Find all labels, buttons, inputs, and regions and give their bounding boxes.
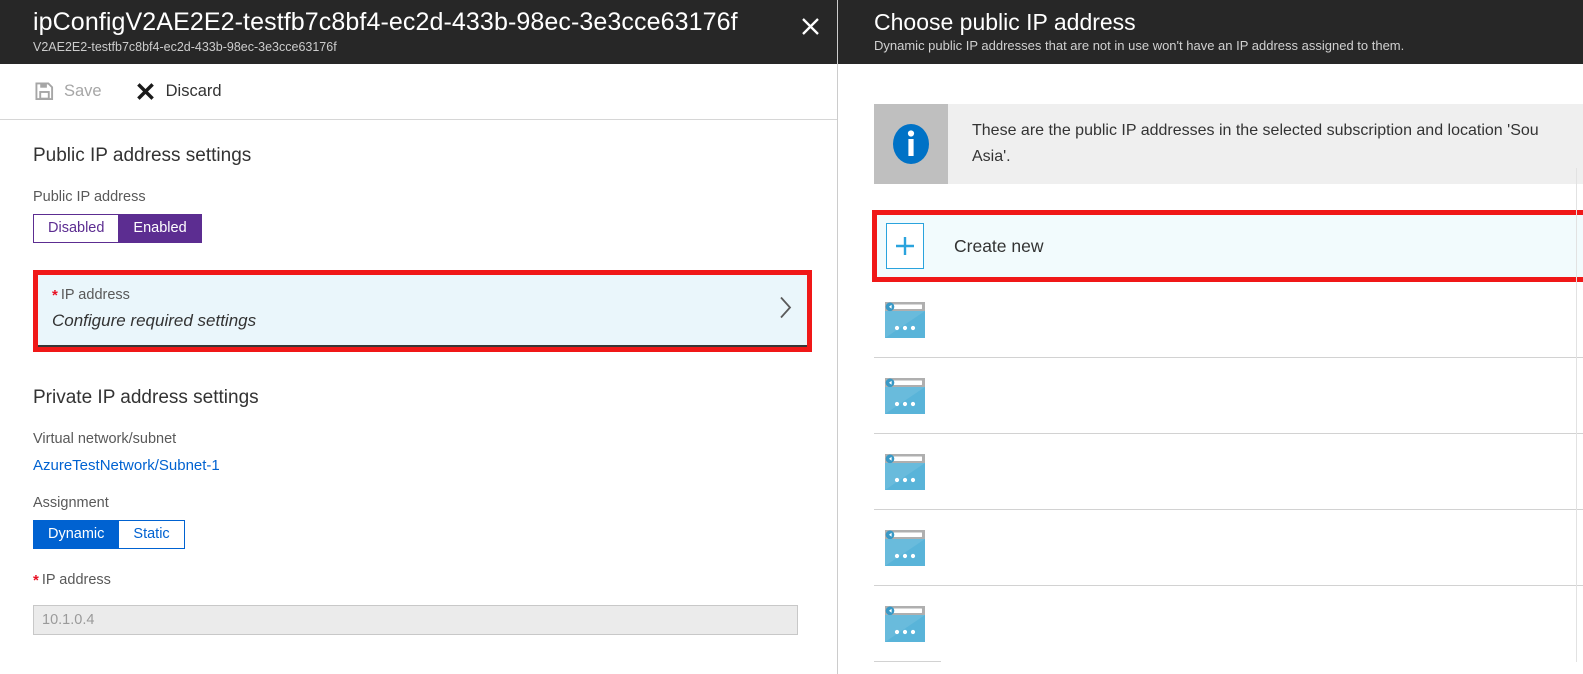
save-label: Save	[64, 82, 102, 100]
close-icon[interactable]	[795, 11, 825, 41]
list-item[interactable]	[874, 585, 1583, 661]
info-banner: These are the public IP addresses in the…	[874, 104, 1583, 184]
page-title: ipConfigV2AE2E2-testfb7c8bf4-ec2d-433b-9…	[33, 8, 738, 36]
ip-address-selector[interactable]: * IP address Configure required settings	[38, 275, 807, 347]
ip-address-selector-highlight: * IP address Configure required settings	[33, 270, 812, 352]
discard-label: Discard	[165, 82, 222, 100]
public-ip-address-icon	[884, 605, 926, 643]
discard-x-icon	[135, 81, 157, 103]
create-new-row[interactable]: Create new	[877, 215, 1583, 277]
vnet-subnet-link[interactable]: AzureTestNetwork/Subnet-1	[33, 456, 220, 476]
public-ip-address-icon	[884, 529, 926, 567]
blade-content: Public IP address settings Public IP add…	[0, 120, 837, 635]
list-separator	[874, 661, 941, 662]
public-ip-address-icon	[884, 453, 926, 491]
public-ip-address-icon	[884, 301, 926, 339]
private-ip-section-heading: Private IP address settings	[33, 387, 259, 408]
list-item[interactable]	[874, 282, 1583, 357]
choose-public-ip-title: Choose public IP address	[874, 9, 1136, 35]
public-ip-toggle-group: Disabled Enabled	[33, 214, 202, 243]
azure-portal-screen: ipConfigV2AE2E2-testfb7c8bf4-ec2d-433b-9…	[0, 0, 1583, 674]
private-ip-address-label: * IP address	[33, 571, 804, 590]
blade-header: ipConfigV2AE2E2-testfb7c8bf4-ec2d-433b-9…	[0, 0, 837, 64]
ip-address-selector-label-text: IP address	[60, 287, 130, 303]
public-ip-address-list	[874, 282, 1583, 661]
required-asterisk: *	[33, 572, 39, 589]
assignment-label: Assignment	[33, 495, 109, 511]
choose-public-ip-address-blade: Choose public IP address Dynamic public …	[838, 0, 1583, 674]
blade-toolbar: Save Discard	[0, 64, 837, 120]
save-floppy-icon	[33, 81, 55, 103]
list-item[interactable]	[874, 433, 1583, 509]
required-asterisk: *	[52, 287, 58, 304]
save-button[interactable]: Save	[33, 81, 102, 103]
list-item[interactable]	[874, 509, 1583, 585]
ip-configuration-blade: ipConfigV2AE2E2-testfb7c8bf4-ec2d-433b-9…	[0, 0, 838, 674]
choose-public-ip-header: Choose public IP address Dynamic public …	[838, 0, 1583, 64]
public-ip-address-icon	[884, 377, 926, 415]
choose-public-ip-subtitle: Dynamic public IP addresses that are not…	[874, 38, 1405, 53]
info-circle-icon	[874, 104, 948, 184]
blade-edge-divider	[1576, 168, 1577, 662]
list-item[interactable]	[874, 357, 1583, 433]
ip-address-selector-label: * IP address	[52, 286, 793, 305]
vnet-subnet-label: Virtual network/subnet	[33, 431, 177, 447]
ip-address-selector-value: Configure required settings	[52, 311, 257, 330]
discard-button[interactable]: Discard	[135, 81, 222, 103]
choose-public-ip-content: These are the public IP addresses in the…	[838, 104, 1583, 662]
public-ip-section-heading: Public IP address settings	[33, 145, 252, 166]
info-banner-text: These are the public IP addresses in the…	[972, 122, 1539, 165]
page-subtitle: V2AE2E2-testfb7c8bf4-ec2d-433b-98ec-3e3c…	[33, 40, 337, 54]
public-ip-option-disabled[interactable]: Disabled	[33, 214, 120, 243]
private-ip-address-input[interactable]	[33, 605, 798, 635]
create-new-highlight: Create new	[872, 210, 1583, 282]
assignment-option-dynamic[interactable]: Dynamic	[33, 520, 120, 549]
public-ip-toggle-label: Public IP address	[33, 189, 146, 205]
red-highlight-border: * IP address Configure required settings	[33, 270, 812, 352]
chevron-right-icon	[779, 296, 793, 325]
public-ip-option-enabled[interactable]: Enabled	[119, 214, 202, 243]
assignment-toggle-group: Dynamic Static	[33, 520, 185, 549]
assignment-option-static[interactable]: Static	[119, 520, 185, 549]
private-ip-address-label-text: IP address	[41, 572, 111, 588]
plus-icon	[886, 223, 924, 269]
create-new-label: Create new	[954, 236, 1044, 256]
